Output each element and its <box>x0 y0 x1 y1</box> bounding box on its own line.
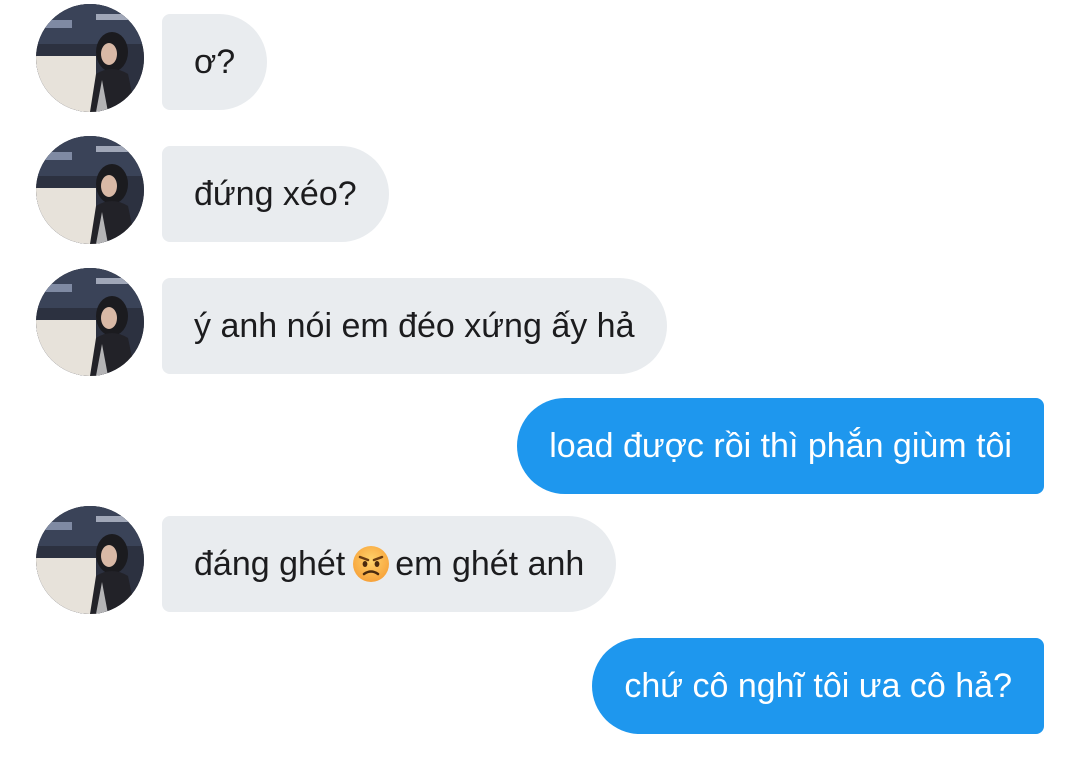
message-text: ý anh nói em đéo xứng ấy hả <box>194 307 635 345</box>
message-text: em ghét anh <box>395 545 585 583</box>
angry-face-icon <box>351 544 391 584</box>
chat-thread: ơ? đứng xéo? ý anh nói em đéo xứng ấy hả… <box>0 0 1080 758</box>
message-bubble-incoming[interactable]: đứng xéo? <box>162 146 389 242</box>
message-text: đứng xéo? <box>194 175 357 213</box>
message-text: chứ cô nghĩ tôi ưa cô hả? <box>624 667 1012 705</box>
message-bubble-outgoing[interactable]: load được rồi thì phắn giùm tôi <box>517 398 1044 494</box>
message-bubble-outgoing[interactable]: chứ cô nghĩ tôi ưa cô hả? <box>592 638 1044 734</box>
message-text: ơ? <box>194 43 236 81</box>
contact-avatar[interactable] <box>36 4 144 112</box>
message-text: load được rồi thì phắn giùm tôi <box>549 427 1012 465</box>
message-bubble-incoming[interactable]: đáng ghét em ghét anh <box>162 516 617 612</box>
message-bubble-incoming[interactable]: ơ? <box>162 14 268 110</box>
contact-avatar[interactable] <box>36 268 144 376</box>
message-text: đáng ghét <box>194 545 346 583</box>
message-content: đáng ghét em ghét anh <box>194 544 584 584</box>
message-bubble-incoming[interactable]: ý anh nói em đéo xứng ấy hả <box>162 278 667 374</box>
contact-avatar[interactable] <box>36 136 144 244</box>
contact-avatar[interactable] <box>36 506 144 614</box>
